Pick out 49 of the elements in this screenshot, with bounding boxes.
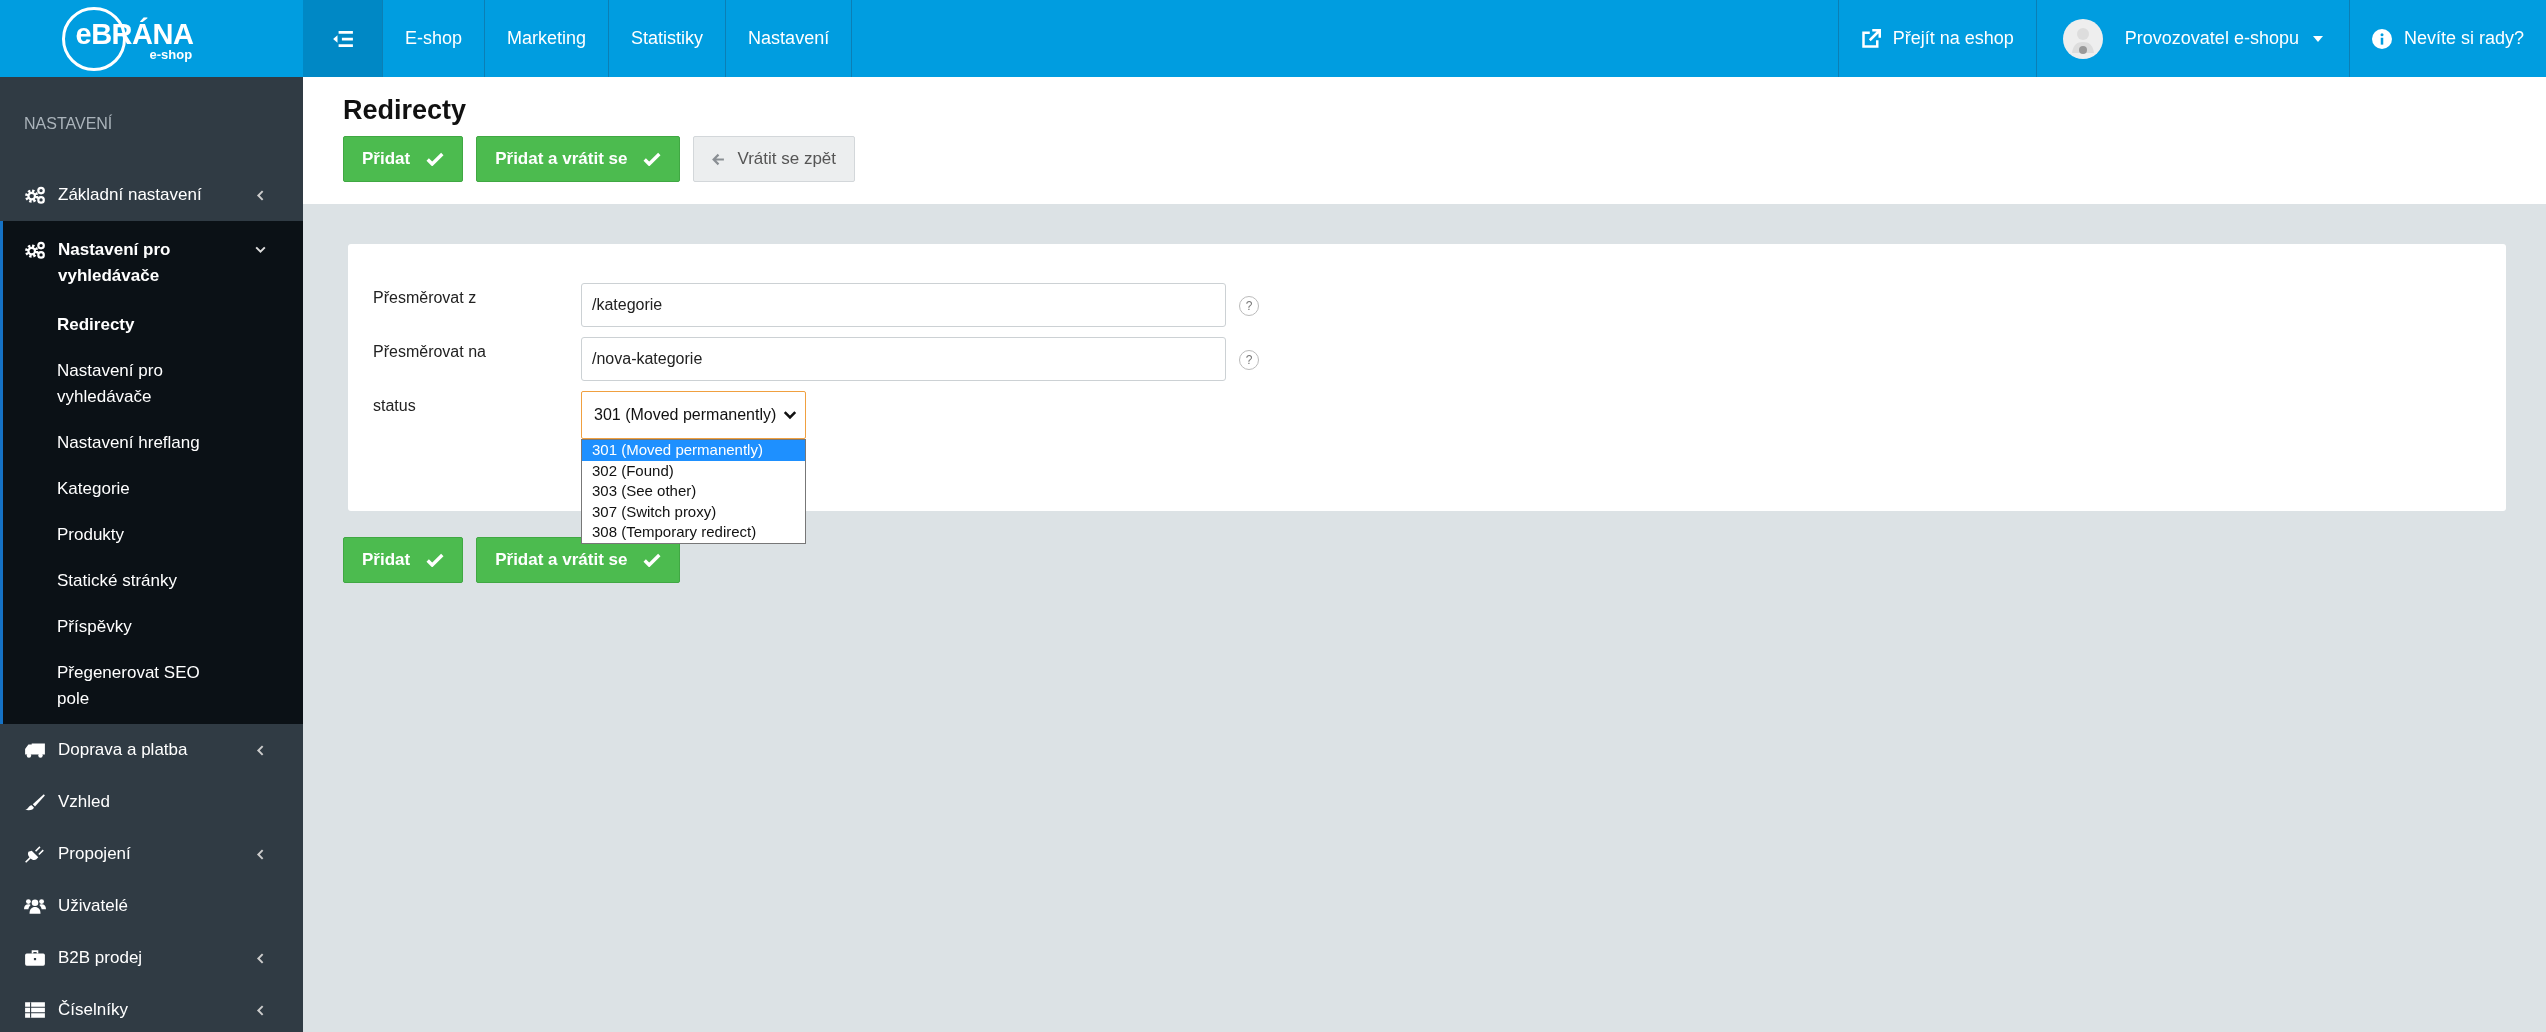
users-icon [24, 897, 46, 915]
dropdown-option[interactable]: 302 (Found) [582, 460, 805, 481]
external-link-icon [1860, 28, 1881, 49]
caret-icon [2312, 35, 2323, 42]
sidebar-subitem[interactable]: Příspěvky [3, 604, 303, 650]
sidebar-subitem[interactable]: Redirecty [3, 302, 303, 348]
gears-icon [24, 186, 46, 204]
sidebar-subitem[interactable]: Nastavení hreflang [3, 420, 303, 466]
back-button[interactable]: Vrátit se zpět [693, 136, 856, 182]
brush-icon [24, 793, 46, 811]
field-label: status [373, 396, 417, 415]
chevron-down-icon [783, 410, 797, 420]
dropdown-option[interactable]: 303 (See other) [582, 481, 805, 502]
status-select[interactable]: 301 (Moved permanently) [581, 391, 806, 439]
input-field[interactable]: /kategorie [581, 283, 1226, 327]
field-label: Přesměrovat na [373, 342, 487, 361]
table-icon [24, 1001, 46, 1019]
check-icon [643, 553, 662, 567]
sidebar-heading: NASTAVENÍ [23, 113, 114, 134]
sidebar-item[interactable]: Nastavení pro vyhledávače [3, 221, 303, 302]
sidebar-item[interactable]: Základní nastavení [0, 169, 303, 221]
check-icon [426, 553, 445, 567]
input-field[interactable]: /nova-kategorie [581, 337, 1226, 381]
sidebar-subitem[interactable]: Nastavení pro vyhledávače [3, 348, 303, 420]
sidebar-item[interactable]: B2B prodej [0, 932, 303, 984]
sidebar-item[interactable]: Doprava a platba [0, 724, 303, 776]
info-icon [2371, 28, 2392, 49]
gears-icon [24, 241, 46, 259]
truck-icon [24, 741, 46, 759]
menu-icon [331, 29, 354, 48]
menu-toggle-button[interactable] [303, 0, 383, 77]
arrow-left-icon [712, 152, 726, 166]
sidebar-subitem[interactable]: Kategorie [3, 466, 303, 512]
check-icon [643, 152, 662, 166]
sidebar-subitem[interactable]: Produkty [3, 512, 303, 558]
briefcase-icon [24, 949, 46, 967]
sidebar-subitem[interactable]: Statické stránky [3, 558, 303, 604]
plug-icon [24, 845, 46, 863]
check-icon [426, 152, 445, 166]
dropdown-option[interactable]: 307 (Switch proxy) [582, 501, 805, 522]
page-title: Redirecty [343, 95, 468, 126]
sidebar-item[interactable]: Uživatelé [0, 880, 303, 932]
avatar-icon [2062, 18, 2103, 59]
logo-subtitle: e-shop [149, 46, 193, 62]
sidebar-subitem[interactable]: Přegenerovat SEO pole [3, 650, 303, 724]
field-label: Přesměrovat z [373, 288, 478, 307]
sidebar-item[interactable]: Číselníky [0, 984, 303, 1032]
sidebar-item[interactable]: Vzhled [0, 776, 303, 828]
sidebar-item[interactable]: Propojení [0, 828, 303, 880]
